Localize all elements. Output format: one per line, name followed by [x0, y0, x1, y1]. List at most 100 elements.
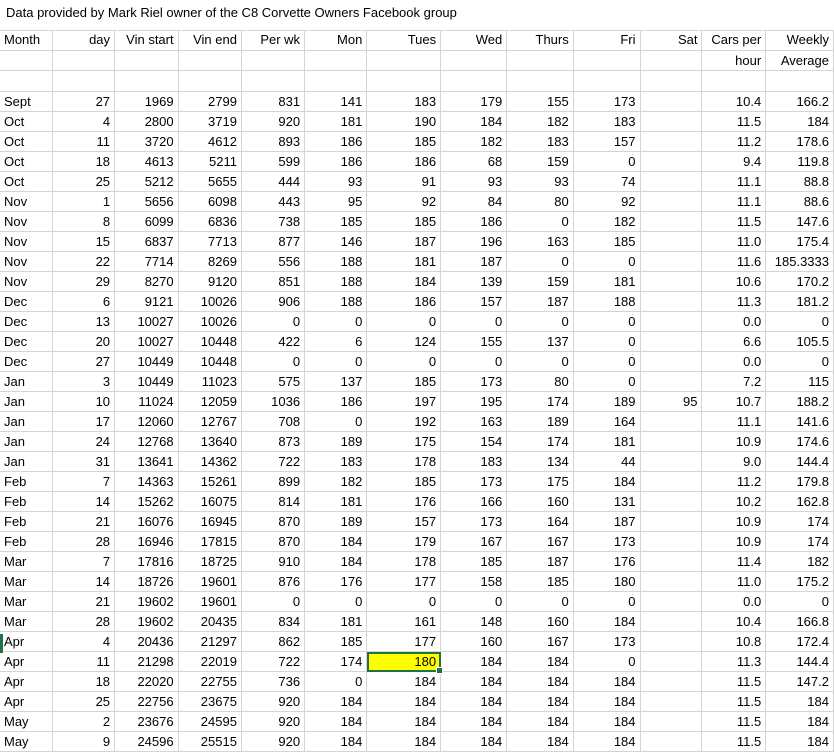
- cell-per-wk[interactable]: 870: [241, 531, 306, 552]
- cell-vin-end[interactable]: 10026: [178, 291, 242, 312]
- cell-fri[interactable]: 173: [573, 631, 641, 652]
- cell-day[interactable]: [52, 50, 116, 71]
- cell-sat[interactable]: [640, 111, 703, 132]
- cell-fri[interactable]: 131: [573, 491, 641, 512]
- cell-vin-start[interactable]: 21298: [114, 651, 179, 672]
- cell-day[interactable]: 9: [52, 731, 116, 752]
- cell-vin-start[interactable]: 6099: [114, 211, 179, 232]
- cell-mon[interactable]: 95: [304, 191, 368, 212]
- cell-sat[interactable]: [640, 331, 703, 352]
- cell-weekly-average[interactable]: 184: [765, 111, 834, 132]
- cell-thurs[interactable]: 167: [506, 631, 574, 652]
- cell-fri[interactable]: 181: [573, 271, 641, 292]
- cell-tues[interactable]: 0: [366, 591, 442, 612]
- cell-thurs[interactable]: 93: [506, 171, 574, 192]
- cell-wed[interactable]: 0: [440, 351, 508, 372]
- cell-mon[interactable]: 188: [304, 271, 368, 292]
- cell-vin-end[interactable]: 13640: [178, 431, 242, 452]
- cell-vin-start[interactable]: 1969: [114, 91, 179, 112]
- cell-wed[interactable]: 0: [440, 591, 508, 612]
- cell-thurs[interactable]: 155: [506, 91, 574, 112]
- cell-weekly-average[interactable]: 174: [765, 511, 834, 532]
- cell-month[interactable]: May: [0, 731, 54, 752]
- cell-vin-end[interactable]: 9120: [178, 271, 242, 292]
- cell-day[interactable]: 8: [52, 211, 116, 232]
- cell-day[interactable]: 31: [52, 451, 116, 472]
- cell-weekly-average[interactable]: 0: [765, 351, 834, 372]
- cell-vin-start[interactable]: 8270: [114, 271, 179, 292]
- cell-wed[interactable]: 179: [440, 91, 508, 112]
- cell-day[interactable]: 4: [52, 631, 116, 652]
- cell-month[interactable]: Mar: [0, 591, 54, 612]
- cell-weekly-average[interactable]: 144.4: [765, 651, 834, 672]
- cell-thurs[interactable]: Thurs: [506, 30, 574, 51]
- cell-fri[interactable]: 184: [573, 731, 641, 752]
- cell-vin-start[interactable]: 10449: [114, 351, 179, 372]
- cell-tues[interactable]: 176: [366, 491, 442, 512]
- cell-weekly-average[interactable]: 141.6: [765, 411, 834, 432]
- cell-day[interactable]: 4: [52, 111, 116, 132]
- cell-weekly-average[interactable]: 166.8: [765, 611, 834, 632]
- cell-tues[interactable]: 177: [366, 571, 442, 592]
- cell-thurs[interactable]: 80: [506, 371, 574, 392]
- cell-per-wk[interactable]: 851: [241, 271, 306, 292]
- cell-month[interactable]: Apr: [0, 651, 54, 672]
- cell-wed[interactable]: [440, 50, 508, 71]
- cell-weekly-average[interactable]: 115: [765, 371, 834, 392]
- cell-vin-start[interactable]: 10027: [114, 311, 179, 332]
- cell-mon[interactable]: 0: [304, 671, 368, 692]
- cell-fri[interactable]: 189: [573, 391, 641, 412]
- cell-mon[interactable]: 0: [304, 311, 368, 332]
- cell-vin-end[interactable]: 21297: [178, 631, 242, 652]
- cell-weekly-average[interactable]: 188.2: [765, 391, 834, 412]
- cell-thurs[interactable]: 167: [506, 531, 574, 552]
- cell-vin-start[interactable]: 15262: [114, 491, 179, 512]
- cell-month[interactable]: Dec: [0, 311, 54, 332]
- cell-thurs[interactable]: 0: [506, 311, 574, 332]
- cell-vin-end[interactable]: 24595: [178, 711, 242, 732]
- cell-day[interactable]: 11: [52, 651, 116, 672]
- cell-sat[interactable]: [640, 691, 703, 712]
- cell-month[interactable]: Feb: [0, 471, 54, 492]
- cell-fri[interactable]: 164: [573, 411, 641, 432]
- cell-per-wk[interactable]: 831: [241, 91, 306, 112]
- cell-cars-per-hour[interactable]: 10.4: [701, 611, 767, 632]
- cell-day[interactable]: 7: [52, 471, 116, 492]
- cell-sat[interactable]: [640, 671, 703, 692]
- cell-vin-end[interactable]: 20435: [178, 611, 242, 632]
- cell-per-wk[interactable]: 0: [241, 351, 306, 372]
- cell-month[interactable]: Feb: [0, 531, 54, 552]
- cell-mon[interactable]: [304, 70, 368, 92]
- cell-vin-end[interactable]: 12767: [178, 411, 242, 432]
- cell-tues[interactable]: Tues: [366, 30, 442, 51]
- cell-sat[interactable]: [640, 631, 703, 652]
- cell-tues[interactable]: 124: [366, 331, 442, 352]
- cell-fri[interactable]: 157: [573, 131, 641, 152]
- cell-per-wk[interactable]: 722: [241, 651, 306, 672]
- cell-mon[interactable]: 186: [304, 131, 368, 152]
- cell-per-wk[interactable]: Per wk: [241, 30, 306, 51]
- cell-fri[interactable]: 184: [573, 471, 641, 492]
- cell-thurs[interactable]: 185: [506, 571, 574, 592]
- cell-day[interactable]: 29: [52, 271, 116, 292]
- cell-vin-start[interactable]: 14363: [114, 471, 179, 492]
- cell-per-wk[interactable]: 877: [241, 231, 306, 252]
- cell-per-wk[interactable]: 1036: [241, 391, 306, 412]
- cell-vin-start[interactable]: 3720: [114, 131, 179, 152]
- cell-mon[interactable]: 93: [304, 171, 368, 192]
- cell-vin-end[interactable]: 3719: [178, 111, 242, 132]
- cell-month[interactable]: Nov: [0, 251, 54, 272]
- cell-tues[interactable]: 190: [366, 111, 442, 132]
- cell-sat[interactable]: [640, 351, 703, 372]
- cell-vin-end[interactable]: Vin end: [178, 30, 242, 51]
- cell-vin-end[interactable]: 18725: [178, 551, 242, 572]
- cell-vin-end[interactable]: 12059: [178, 391, 242, 412]
- cell-sat[interactable]: [640, 50, 703, 71]
- cell-day[interactable]: 20: [52, 331, 116, 352]
- cell-weekly-average[interactable]: 185.3333: [765, 251, 834, 272]
- cell-per-wk[interactable]: 443: [241, 191, 306, 212]
- cell-per-wk[interactable]: 575: [241, 371, 306, 392]
- cell-mon[interactable]: 189: [304, 431, 368, 452]
- cell-sat[interactable]: [640, 451, 703, 472]
- cell-thurs[interactable]: 184: [506, 691, 574, 712]
